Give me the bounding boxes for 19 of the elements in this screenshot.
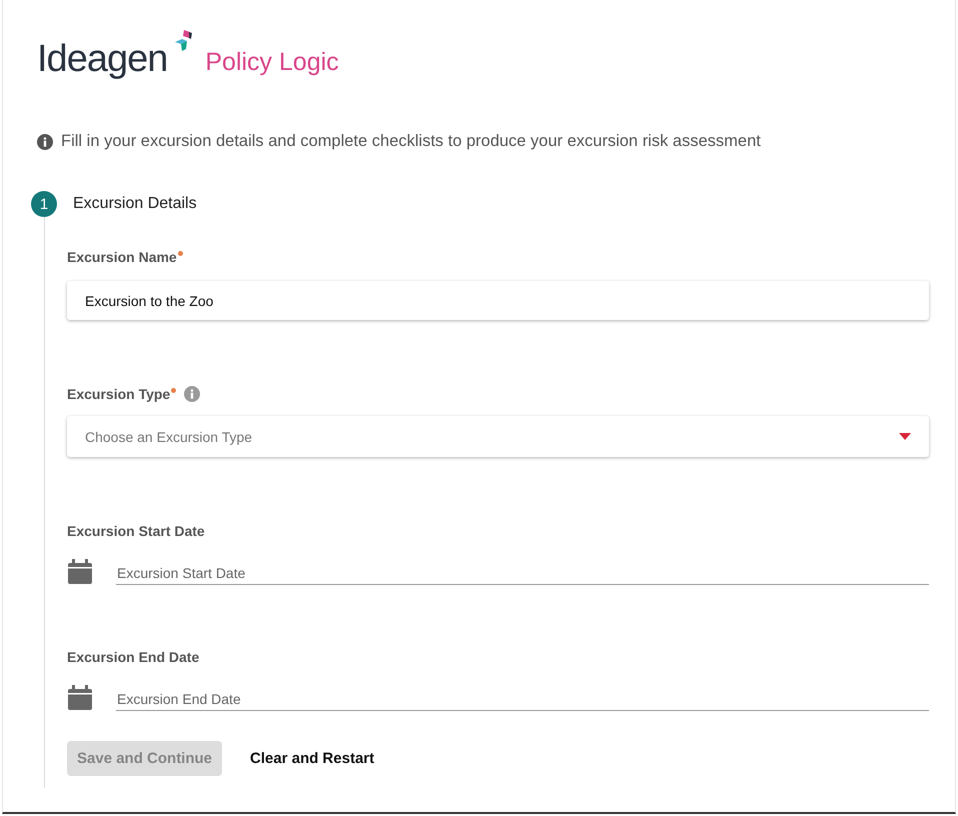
step-number: 1	[31, 191, 57, 217]
calendar-icon[interactable]	[67, 559, 93, 585]
product-name: Policy Logic	[205, 50, 339, 75]
caret-icon[interactable]	[899, 433, 911, 440]
brand-logo-text: Ideagen	[37, 40, 168, 78]
input-field[interactable]: Excursion to the Zoo	[67, 281, 929, 320]
info-icon[interactable]	[184, 386, 200, 402]
field-label: Excursion Start Date	[67, 523, 205, 539]
clear-button[interactable]: Clear and Restart	[250, 741, 374, 776]
step-title: Excursion Details	[73, 195, 197, 213]
date-field[interactable]: Excursion Start Date	[116, 565, 929, 585]
dropdown[interactable]: Choose an Excursion Type	[67, 416, 929, 457]
calendar-icon[interactable]	[67, 685, 93, 711]
info-icon	[37, 134, 53, 150]
field-label: Excursion End Date	[67, 649, 200, 665]
date-field[interactable]: Excursion End Date	[116, 691, 929, 711]
field-label: Excursion Type	[67, 386, 170, 402]
field-label: Excursion Name	[67, 249, 177, 265]
info-message: Fill in your excursion details and complete checklists to produce your excursion risk assessment	[61, 132, 761, 151]
